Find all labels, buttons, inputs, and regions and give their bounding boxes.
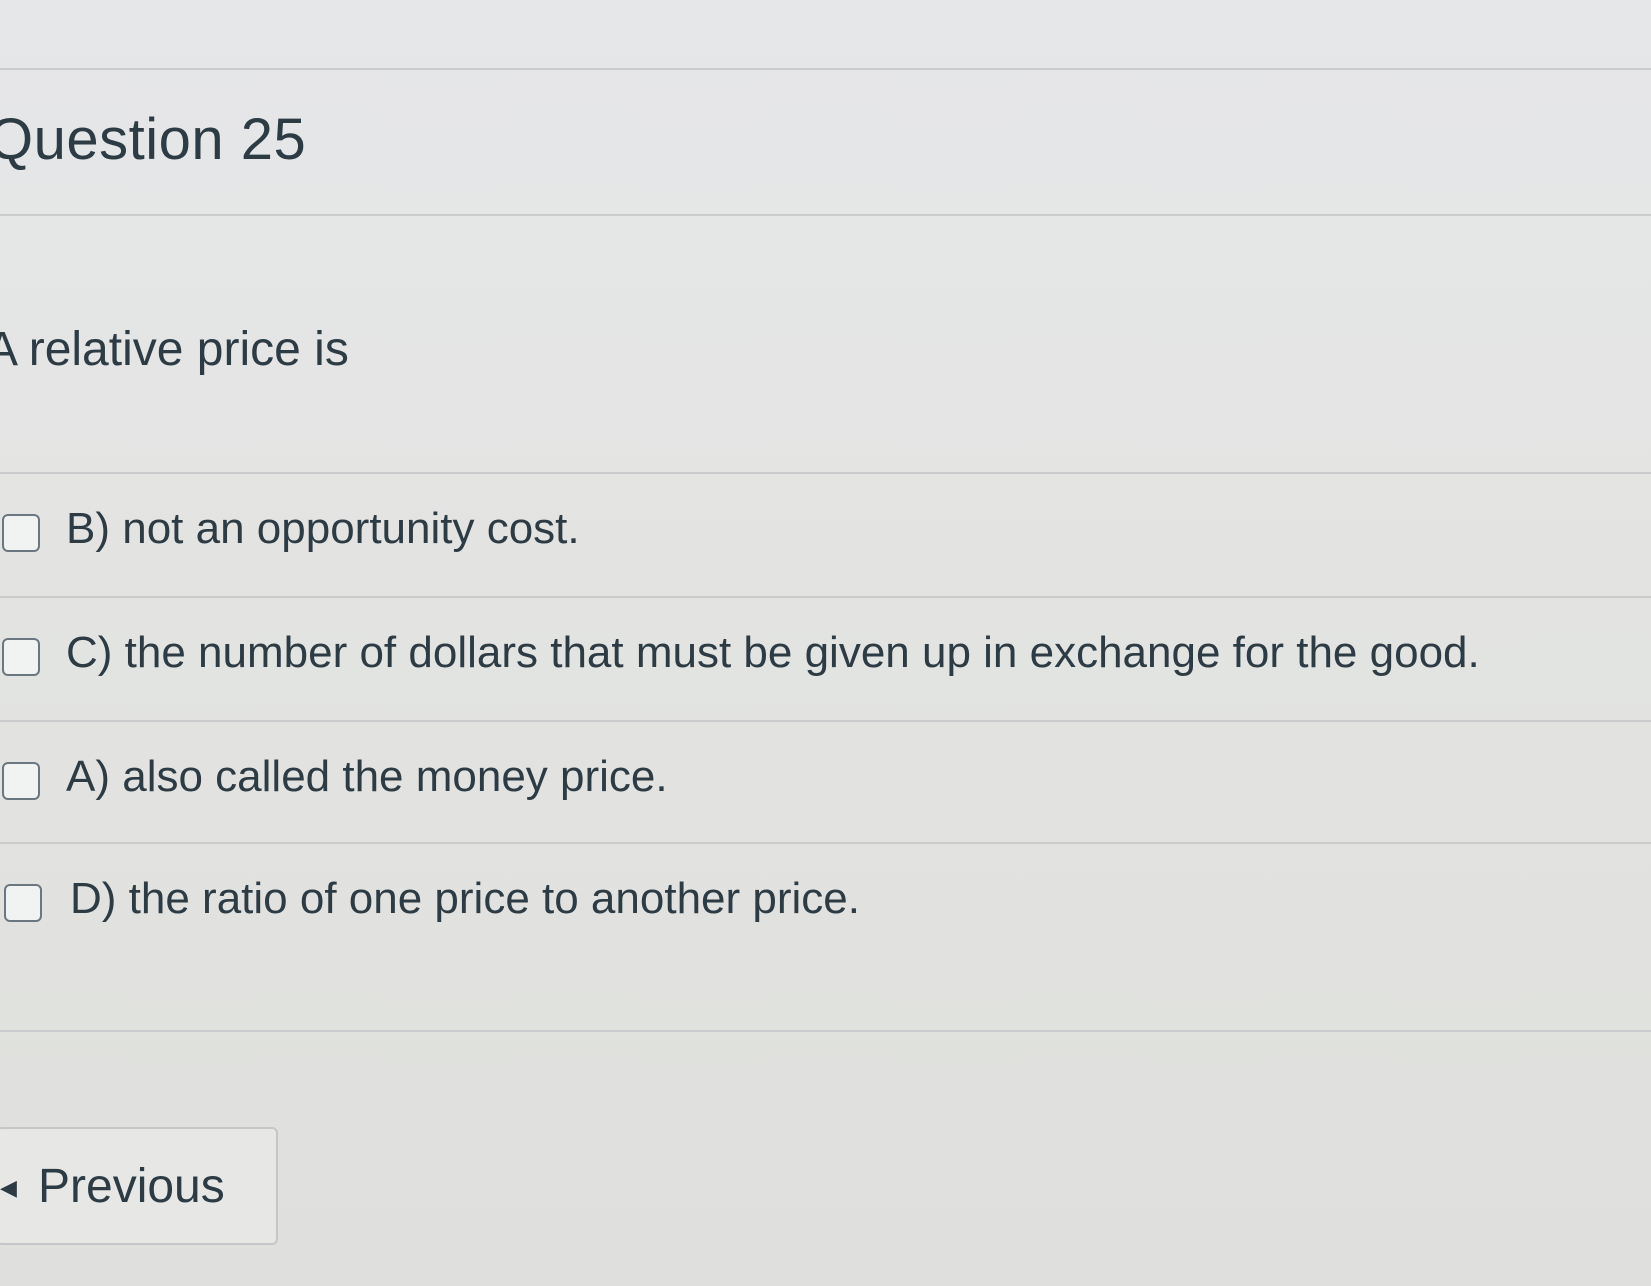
answer-label-c[interactable]: C) the number of dollars that must be gi… [66, 628, 1480, 678]
quiz-page: Question 25 A relative price is B) not a… [0, 0, 1651, 1286]
question-text: A relative price is [0, 323, 349, 376]
answer-checkbox-c[interactable] [2, 638, 40, 676]
answer-label-a[interactable]: A) also called the money price. [66, 752, 668, 802]
answer-label-d[interactable]: D) the ratio of one price to another pri… [70, 874, 860, 924]
answer-option-d[interactable]: D) the ratio of one price to another pri… [0, 844, 1651, 964]
previous-button[interactable]: ◀ Previous [0, 1127, 278, 1245]
question-title: Question 25 [0, 107, 307, 172]
answer-checkbox-b[interactable] [2, 514, 40, 552]
answer-checkbox-a[interactable] [2, 762, 40, 800]
triangle-left-icon: ◀ [0, 1175, 17, 1200]
question-header: Question 25 [0, 100, 1651, 210]
answers-bottom-divider [0, 1030, 1651, 1032]
answer-option-a[interactable]: A) also called the money price. [0, 722, 1651, 842]
top-divider [0, 68, 1651, 70]
answer-option-b[interactable]: B) not an opportunity cost. [0, 474, 1651, 594]
answer-checkbox-d[interactable] [4, 884, 42, 922]
answer-option-c[interactable]: C) the number of dollars that must be gi… [0, 598, 1651, 718]
answer-label-b[interactable]: B) not an opportunity cost. [66, 504, 580, 554]
header-divider [0, 214, 1651, 216]
previous-button-label: Previous [38, 1160, 225, 1213]
